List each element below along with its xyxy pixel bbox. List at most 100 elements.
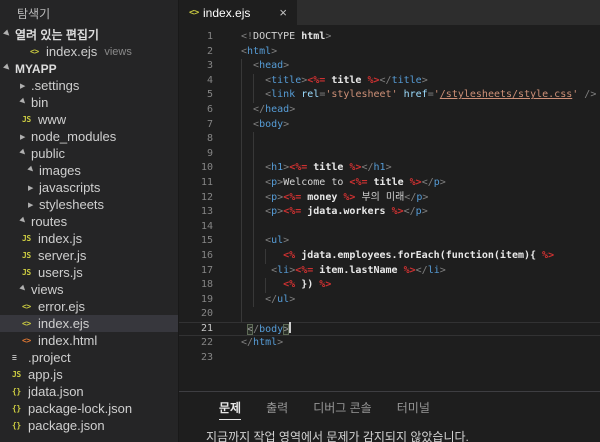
tree-item-javascripts[interactable]: ▶javascripts	[0, 179, 178, 196]
open-editors-list: <>index.ejsviews	[0, 43, 178, 60]
code-token: <%	[283, 250, 295, 261]
line-number: 19	[179, 293, 213, 308]
code-line-21[interactable]: 21 </body>	[179, 322, 600, 337]
code-line-19[interactable]: 19 </ul>	[179, 293, 600, 308]
code-area[interactable]: 1<!DOCTYPE html>2<html>3 <head>4 <title>…	[179, 25, 600, 391]
project-root-header[interactable]: ▶ MYAPP	[0, 60, 178, 77]
code-token	[241, 265, 271, 276]
code-line-1[interactable]: 1<!DOCTYPE html>	[179, 30, 600, 45]
tree-item-jdata.json[interactable]: {}jdata.json	[0, 383, 178, 400]
code-line-17[interactable]: 17 <li><%= item.lastName %></li>	[179, 264, 600, 279]
code-token: href	[404, 89, 428, 100]
indent-guide	[241, 205, 242, 220]
ejs-icon: <>	[189, 8, 203, 18]
open-editor-label: index.ejs	[46, 44, 97, 59]
code-line-15[interactable]: 15 <ul>	[179, 234, 600, 249]
js-icon: JS	[22, 115, 38, 124]
panel-tab-터미널[interactable]: 터미널	[397, 399, 430, 420]
indent-guide	[253, 176, 254, 191]
editor-tabbar: <> index.ejs ×	[179, 0, 600, 25]
code-token: jdata.employees.forEach(function(item){	[295, 250, 542, 261]
js-icon: JS	[22, 251, 38, 260]
tree-item-index.ejs[interactable]: <>index.ejs	[0, 315, 178, 332]
tree-item-.settings[interactable]: ▶.settings	[0, 77, 178, 94]
tree-item-www[interactable]: JSwww	[0, 111, 178, 128]
file-tree: ▶.settings▶binJSwww▶node_modules▶public▶…	[0, 77, 178, 434]
tree-item-label: public	[31, 146, 65, 161]
tree-item-app.js[interactable]: JSapp.js	[0, 366, 178, 383]
indent-guide	[253, 74, 254, 89]
code-line-6[interactable]: 6 </head>	[179, 103, 600, 118]
open-editors-label: 열려 있는 편집기	[15, 26, 99, 43]
indent-guide	[265, 278, 266, 293]
code-line-8[interactable]: 8	[179, 132, 600, 147]
code-token: jdata.workers	[301, 206, 391, 217]
tree-item-views[interactable]: ▶views	[0, 281, 178, 298]
open-editors-section-header[interactable]: ▶ 열려 있는 편집기	[0, 26, 178, 43]
open-editor-item-index.ejs[interactable]: <>index.ejsviews	[0, 43, 178, 60]
tree-item-package-lock.json[interactable]: {}package-lock.json	[0, 400, 178, 417]
code-token: 'stylesheet'	[325, 89, 397, 100]
indent-guide	[253, 249, 254, 264]
code-line-2[interactable]: 2<html>	[179, 45, 600, 60]
code-line-14[interactable]: 14	[179, 220, 600, 235]
ejs-icon: <>	[30, 47, 46, 56]
code-line-20[interactable]: 20	[179, 307, 600, 322]
code-line-23[interactable]: 23	[179, 351, 600, 366]
code-token: li	[277, 265, 289, 276]
tree-item-index.html[interactable]: <>index.html	[0, 332, 178, 349]
line-number: 21	[179, 322, 213, 337]
tree-item-label: images	[39, 163, 81, 178]
code-line-4[interactable]: 4 <title><%= title %></title>	[179, 74, 600, 89]
problems-message: 지금까지 작업 영역에서 문제가 감지되지 않았습니다.	[206, 428, 600, 442]
code-line-22[interactable]: 22</html>	[179, 336, 600, 351]
code-line-12[interactable]: 12 <p><%= money %> 부의 미래</p>	[179, 191, 600, 206]
tree-item-package.json[interactable]: {}package.json	[0, 417, 178, 434]
code-token: >	[271, 46, 277, 57]
tree-item-images[interactable]: ▶images	[0, 162, 178, 179]
code-line-13[interactable]: 13 <p><%= jdata.workers %></p>	[179, 205, 600, 220]
code-token: %>	[319, 279, 331, 290]
code-token: </	[265, 294, 277, 305]
indent-guide	[241, 147, 242, 162]
panel-tab-출력[interactable]: 출력	[266, 399, 288, 420]
tree-item-routes[interactable]: ▶routes	[0, 213, 178, 230]
tree-item-server.js[interactable]: JSserver.js	[0, 247, 178, 264]
indent-guide	[241, 103, 242, 118]
code-token: body	[259, 324, 283, 335]
line-number: 23	[179, 351, 213, 366]
tree-item-index.js[interactable]: JSindex.js	[0, 230, 178, 247]
code-line-16[interactable]: 16 <% jdata.employees.forEach(function(i…	[179, 249, 600, 264]
code-token: </	[361, 162, 373, 173]
tree-item-label: package-lock.json	[28, 401, 132, 416]
indent-guide	[241, 176, 242, 191]
code-token: >	[283, 119, 289, 130]
code-line-9[interactable]: 9	[179, 147, 600, 162]
code-line-18[interactable]: 18 <% }) %>	[179, 278, 600, 293]
code-line-7[interactable]: 7 <body>	[179, 118, 600, 133]
tree-item-label: jdata.json	[28, 384, 84, 399]
tree-item-bin[interactable]: ▶bin	[0, 94, 178, 111]
close-icon[interactable]: ×	[279, 6, 287, 19]
code-token: html	[295, 31, 325, 42]
code-token: </	[404, 192, 416, 203]
code-line-5[interactable]: 5 <link rel='stylesheet' href='/styleshe…	[179, 88, 600, 103]
panel-tab-문제[interactable]: 문제	[219, 399, 241, 420]
code-token: <%=	[283, 206, 301, 217]
tree-item-node_modules[interactable]: ▶node_modules	[0, 128, 178, 145]
indent-guide	[241, 132, 242, 147]
tree-item-stylesheets[interactable]: ▶stylesheets	[0, 196, 178, 213]
bottom-panel: 문제 출력 디버그 콘솔 터미널 지금까지 작업 영역에서 문제가 감지되지 않았습니…	[179, 391, 600, 442]
panel-tab-디버그 콘솔[interactable]: 디버그 콘솔	[313, 399, 372, 420]
code-line-3[interactable]: 3 <head>	[179, 59, 600, 74]
code-token: DOCTYPE	[253, 31, 295, 42]
tree-item-error.ejs[interactable]: <>error.ejs	[0, 298, 178, 315]
chevron-collapsed-icon: ▶	[28, 201, 39, 209]
code-line-10[interactable]: 10 <h1><%= title %></h1>	[179, 161, 600, 176]
tree-item-public[interactable]: ▶public	[0, 145, 178, 162]
tab-index-ejs[interactable]: <> index.ejs ×	[179, 0, 297, 25]
tree-item-users.js[interactable]: JSusers.js	[0, 264, 178, 281]
code-token: </	[253, 104, 265, 115]
tree-item-.project[interactable]: ≡.project	[0, 349, 178, 366]
code-line-11[interactable]: 11 <p>Welcome to <%= title %></p>	[179, 176, 600, 191]
